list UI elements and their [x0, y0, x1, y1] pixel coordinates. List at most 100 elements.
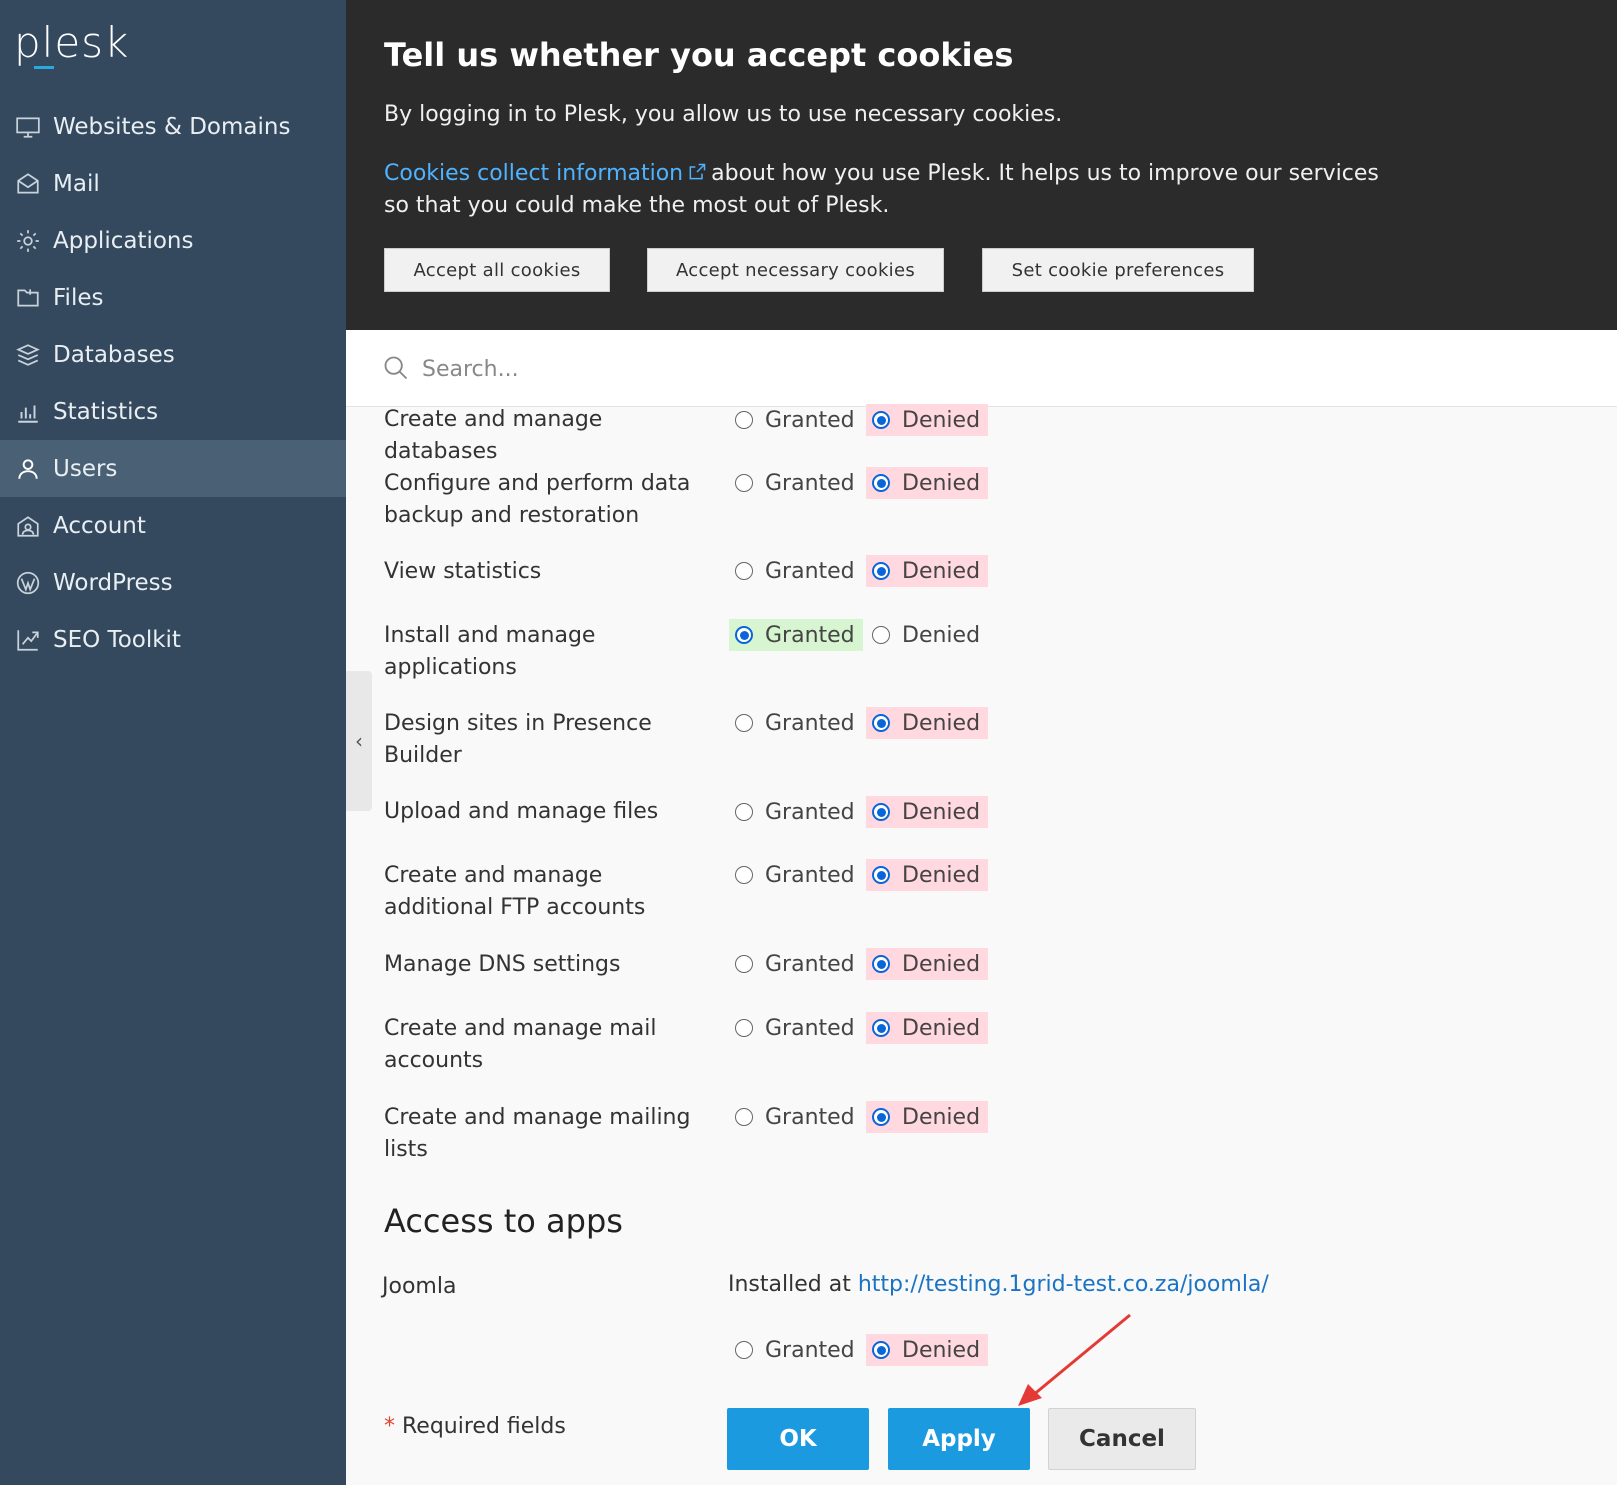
app-url-link[interactable]: http://testing.1grid-test.co.za/joomla/	[858, 1272, 1269, 1297]
radio-label: Denied	[902, 951, 981, 977]
cookie-banner-text: By logging in to Plesk, you allow us to …	[384, 102, 1063, 127]
radio-label: Denied	[902, 710, 981, 736]
radio-label: Denied	[902, 799, 981, 825]
installed-prefix: Installed at	[728, 1272, 851, 1297]
cookie-banner-info: Cookies collect information about how you…	[384, 158, 1404, 222]
radio-granted[interactable]: Granted	[729, 619, 863, 651]
set-cookie-preferences-button[interactable]: Set cookie preferences	[982, 248, 1254, 292]
radio-circle	[872, 803, 890, 821]
radio-granted[interactable]: Granted	[729, 404, 863, 436]
radio-label: Denied	[902, 862, 981, 888]
radio-circle	[735, 803, 753, 821]
plesk-logo[interactable]: plesk	[14, 18, 129, 67]
sidebar-item-label: WordPress	[53, 569, 173, 596]
radio-label: Granted	[765, 1104, 855, 1130]
radio-circle	[872, 474, 890, 492]
sidebar-nav: Websites & Domains Mail Applications Fil…	[0, 98, 346, 668]
accept-necessary-cookies-button[interactable]: Accept necessary cookies	[647, 248, 944, 292]
permission-label: View statistics	[384, 559, 542, 584]
radio-circle	[735, 955, 753, 973]
radio-denied[interactable]: Denied	[866, 859, 989, 891]
sidebar-item-label: Mail	[53, 170, 100, 197]
radio-denied[interactable]: Denied	[866, 555, 989, 587]
sidebar-item-seo-toolkit[interactable]: SEO Toolkit	[0, 611, 346, 668]
radio-circle	[872, 1019, 890, 1037]
radio-denied[interactable]: Denied	[866, 796, 989, 828]
radio-circle	[735, 866, 753, 884]
app-name: Joomla	[382, 1274, 457, 1299]
external-link-icon[interactable]	[687, 162, 707, 182]
permission-label: Design sites in Presence Builder	[384, 711, 652, 768]
radio-granted[interactable]: Granted	[729, 948, 863, 980]
cookie-info-link[interactable]: Cookies collect information	[384, 161, 683, 186]
seo-chart-icon	[15, 627, 41, 653]
radio-granted[interactable]: Granted	[729, 796, 863, 828]
radio-denied[interactable]: Denied	[866, 1012, 989, 1044]
radio-circle	[872, 1108, 890, 1126]
cookie-banner-title: Tell us whether you accept cookies	[384, 36, 1014, 74]
permission-label: Upload and manage files	[384, 799, 659, 824]
permission-label: Create and manage databases	[384, 407, 603, 464]
radio-circle	[872, 1341, 890, 1359]
sidebar-item-mail[interactable]: Mail	[0, 155, 346, 212]
gear-icon	[15, 228, 41, 254]
sidebar-item-label: Users	[53, 455, 118, 482]
radio-denied[interactable]: Denied	[866, 619, 988, 651]
sidebar-item-statistics[interactable]: Statistics	[0, 383, 346, 440]
folder-icon	[15, 285, 41, 311]
radio-denied[interactable]: Denied	[866, 948, 989, 980]
sidebar-item-databases[interactable]: Databases	[0, 326, 346, 383]
sidebar-item-label: Account	[53, 512, 146, 539]
radio-label: Granted	[765, 710, 855, 736]
radio-circle	[735, 1108, 753, 1126]
radio-denied[interactable]: Denied	[866, 1334, 989, 1366]
chevron-left-icon: ‹	[355, 729, 363, 753]
radio-denied[interactable]: Denied	[866, 467, 989, 499]
sidebar-item-users[interactable]: Users	[0, 440, 346, 497]
sidebar-item-label: Statistics	[53, 398, 159, 425]
ok-button[interactable]: OK	[727, 1408, 869, 1470]
mail-icon	[15, 171, 41, 197]
sidebar-item-account[interactable]: Account	[0, 497, 346, 554]
radio-circle	[735, 714, 753, 732]
radio-circle	[872, 714, 890, 732]
radio-label: Denied	[902, 407, 981, 433]
radio-circle	[735, 626, 753, 644]
user-icon	[15, 456, 41, 482]
required-fields-note: * Required fields	[384, 1414, 566, 1439]
sidebar-collapse-handle[interactable]: ‹	[346, 671, 372, 811]
radio-denied[interactable]: Denied	[866, 1101, 989, 1133]
search-icon	[384, 356, 408, 380]
radio-granted[interactable]: Granted	[729, 1334, 863, 1366]
radio-label: Denied	[902, 470, 981, 496]
radio-label: Granted	[765, 470, 855, 496]
radio-circle	[735, 411, 753, 429]
wordpress-icon	[15, 570, 41, 596]
radio-label: Denied	[902, 1015, 981, 1041]
accept-all-cookies-button[interactable]: Accept all cookies	[384, 248, 610, 292]
sidebar-item-label: Databases	[53, 341, 175, 368]
radio-granted[interactable]: Granted	[729, 467, 863, 499]
cancel-button[interactable]: Cancel	[1048, 1408, 1196, 1470]
radio-granted[interactable]: Granted	[729, 555, 863, 587]
bar-chart-icon	[15, 399, 41, 425]
radio-granted[interactable]: Granted	[729, 859, 863, 891]
radio-circle	[735, 1019, 753, 1037]
radio-granted[interactable]: Granted	[729, 707, 863, 739]
permission-label: Manage DNS settings	[384, 952, 621, 977]
apply-button[interactable]: Apply	[888, 1408, 1030, 1470]
sidebar-item-wordpress[interactable]: WordPress	[0, 554, 346, 611]
radio-denied[interactable]: Denied	[866, 404, 989, 436]
cookie-banner: Tell us whether you accept cookies By lo…	[346, 0, 1617, 330]
sidebar-item-files[interactable]: Files	[0, 269, 346, 326]
permission-label: Configure and perform data backup and re…	[384, 471, 691, 528]
radio-label: Denied	[902, 1337, 981, 1363]
radio-granted[interactable]: Granted	[729, 1012, 863, 1044]
database-icon	[15, 342, 41, 368]
radio-denied[interactable]: Denied	[866, 707, 989, 739]
sidebar-item-websites-domains[interactable]: Websites & Domains	[0, 98, 346, 155]
radio-label: Granted	[765, 622, 855, 648]
search-input[interactable]	[420, 348, 1024, 390]
sidebar-item-applications[interactable]: Applications	[0, 212, 346, 269]
radio-granted[interactable]: Granted	[729, 1101, 863, 1133]
